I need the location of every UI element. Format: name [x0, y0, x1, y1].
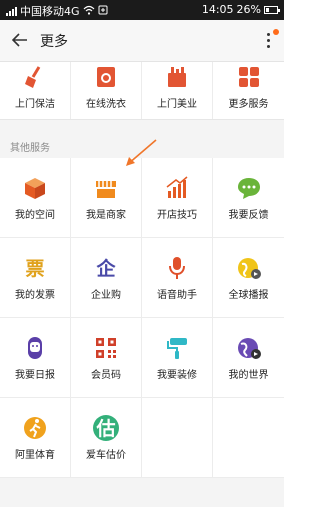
sports-runner-icon [22, 415, 48, 441]
broom-icon [22, 64, 48, 90]
global-broadcast-icon [236, 255, 262, 281]
top-service-label: 上门美业 [157, 99, 197, 110]
service-label: 企业购 [91, 289, 121, 301]
top-service-item[interactable]: 更多服务 [213, 62, 284, 119]
service-item[interactable]: 票我的发票 [0, 238, 71, 318]
more-services-icon [236, 64, 262, 90]
status-bar: 中国移动4G 14:05 26% [0, 0, 284, 20]
status-left: 中国移动4G [6, 3, 108, 19]
car-valuation-icon: 估 [93, 414, 119, 441]
notification-dot [273, 29, 279, 35]
growth-chart-icon [164, 175, 190, 201]
page-title: 更多 [40, 34, 68, 50]
empty-grid-cell [213, 398, 284, 478]
service-item[interactable]: 我要反馈 [213, 158, 284, 238]
service-item[interactable]: 估爱车估价 [71, 398, 142, 478]
service-label: 我要装修 [157, 369, 197, 381]
empty-grid-cell [142, 398, 213, 478]
washing-icon [93, 64, 119, 90]
service-label: 我要日报 [15, 369, 55, 381]
service-label: 爱车估价 [86, 449, 126, 461]
service-label: 我的世界 [228, 369, 269, 381]
top-service-label: 在线洗衣 [86, 99, 126, 110]
service-item[interactable]: 我要装修 [142, 318, 213, 398]
service-item[interactable]: 语音助手 [142, 238, 213, 318]
service-label: 会员码 [91, 369, 121, 381]
title-bar: 更多 [0, 20, 284, 62]
service-label: 阿里体育 [15, 449, 55, 461]
battery-percent: 26% [236, 3, 261, 16]
service-label: 语音助手 [157, 289, 197, 301]
service-label: 我是商家 [86, 209, 126, 221]
service-label: 我的发票 [15, 289, 55, 301]
beauty-kit-icon [164, 64, 190, 90]
service-item[interactable]: 我的世界 [213, 318, 284, 398]
service-item[interactable]: 会员码 [71, 318, 142, 398]
paint-roller-icon [164, 335, 190, 361]
back-arrow-icon[interactable] [8, 28, 32, 52]
battery-level-fill [266, 7, 270, 12]
service-label: 我的空间 [15, 209, 55, 221]
top-service-label: 上门保洁 [15, 99, 55, 110]
service-item[interactable]: 我要日报 [0, 318, 71, 398]
section-label: 其他服务 [10, 143, 50, 154]
top-service-item[interactable]: 在线洗衣 [71, 62, 142, 119]
service-label: 全球播报 [228, 289, 269, 301]
service-item[interactable]: 阿里体育 [0, 398, 71, 478]
carrier-label: 中国移动4G [20, 5, 80, 18]
services-grid: 我的空间 我是商家 开店技巧 我要反馈票我的发票企企业购 语音助手 全球播报 我要日报 会员码… [0, 158, 284, 478]
battery-icon [264, 5, 280, 14]
app-frame: 中国移动4G 14:05 26% 更多 上门保洁 在线洗衣 上门美业 更多服务 其他 [0, 0, 284, 507]
service-label: 我要反馈 [228, 209, 269, 221]
service-item[interactable]: 开店技巧 [142, 158, 213, 238]
top-service-label: 更多服务 [228, 99, 269, 110]
signal-icon [6, 6, 17, 16]
service-item[interactable]: 我是商家 [71, 158, 142, 238]
service-item[interactable]: 我的空间 [0, 158, 71, 238]
qr-code-icon [93, 335, 119, 361]
status-time: 14:05 [201, 3, 234, 16]
daily-report-icon [22, 335, 48, 361]
space-box-icon [22, 175, 48, 201]
annotation-arrow-icon [126, 139, 157, 166]
top-service-item[interactable]: 上门美业 [142, 62, 213, 119]
feedback-bubble-icon [236, 175, 262, 201]
notification-icon [98, 5, 108, 18]
service-item[interactable]: 全球播报 [213, 238, 284, 318]
enterprise-purchase-icon: 企 [96, 258, 116, 280]
merchant-shop-icon [93, 175, 119, 201]
wifi-icon [83, 5, 95, 18]
top-services-grid: 上门保洁 在线洗衣 上门美业 更多服务 [0, 62, 284, 120]
microphone-icon [164, 255, 190, 281]
top-service-item[interactable]: 上门保洁 [0, 62, 71, 119]
invoice-icon: 票 [25, 258, 45, 280]
status-right: 14:05 26% [201, 3, 280, 16]
service-item[interactable]: 企企业购 [71, 238, 142, 318]
service-label: 开店技巧 [157, 209, 197, 221]
globe-icon [236, 335, 262, 361]
